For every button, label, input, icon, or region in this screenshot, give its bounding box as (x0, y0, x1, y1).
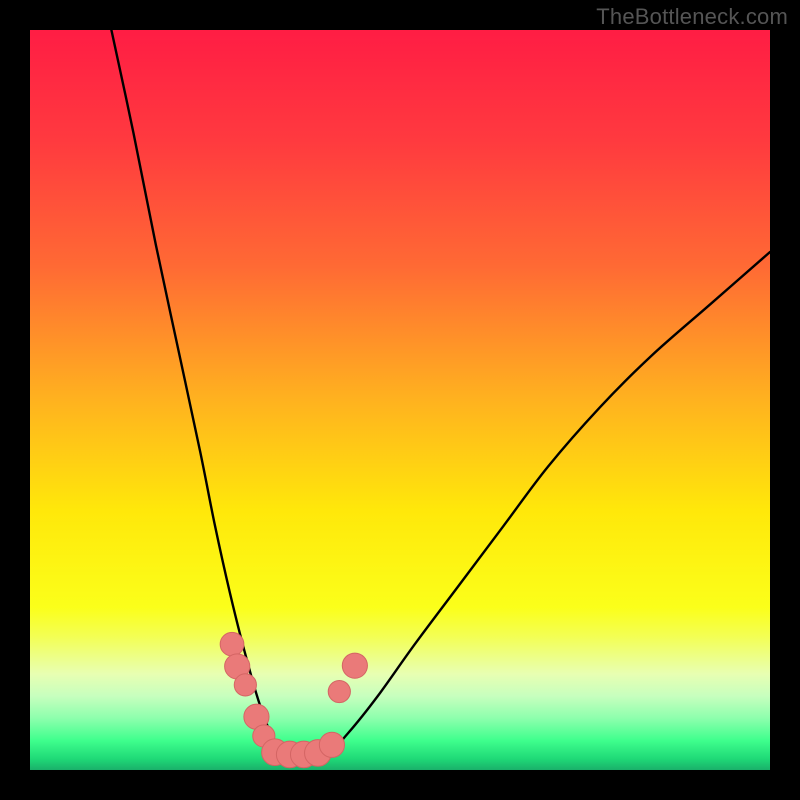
watermark-text: TheBottleneck.com (596, 4, 788, 30)
curve-dot (319, 732, 344, 757)
curve-dot (328, 680, 350, 702)
outer-frame: TheBottleneck.com (0, 0, 800, 800)
curve-dot (342, 653, 367, 678)
plot-area (30, 30, 770, 770)
curve-dot (234, 674, 256, 696)
bottleneck-curve (111, 30, 770, 757)
curve-dot (220, 632, 244, 656)
curve-layer (30, 30, 770, 770)
curve-dots (220, 632, 367, 767)
